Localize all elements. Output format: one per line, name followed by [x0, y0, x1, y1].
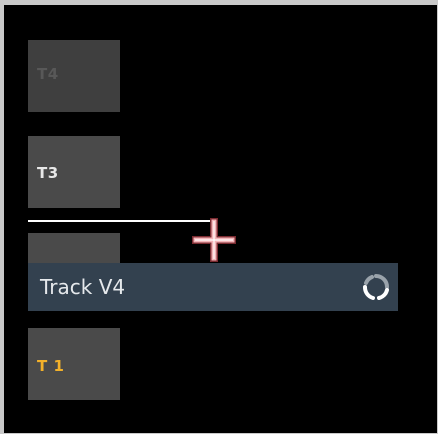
move-crosshair-icon	[192, 218, 236, 262]
sync-icon[interactable]	[362, 273, 390, 301]
track-header-t1[interactable]: T 1	[28, 328, 120, 400]
drop-indicator-line	[28, 220, 216, 222]
track-label-t3: T3	[37, 164, 59, 182]
track-header-t3[interactable]: T3	[28, 136, 120, 208]
track-label-t4: T4	[37, 65, 59, 83]
timeline-track-panel: T4 T3 T 1 Track V4	[4, 5, 437, 433]
dragged-track-v4[interactable]: Track V4	[28, 263, 398, 311]
dragged-track-name: Track V4	[40, 275, 126, 299]
track-header-t4[interactable]: T4	[28, 40, 120, 112]
track-label-t1: T 1	[37, 357, 65, 375]
